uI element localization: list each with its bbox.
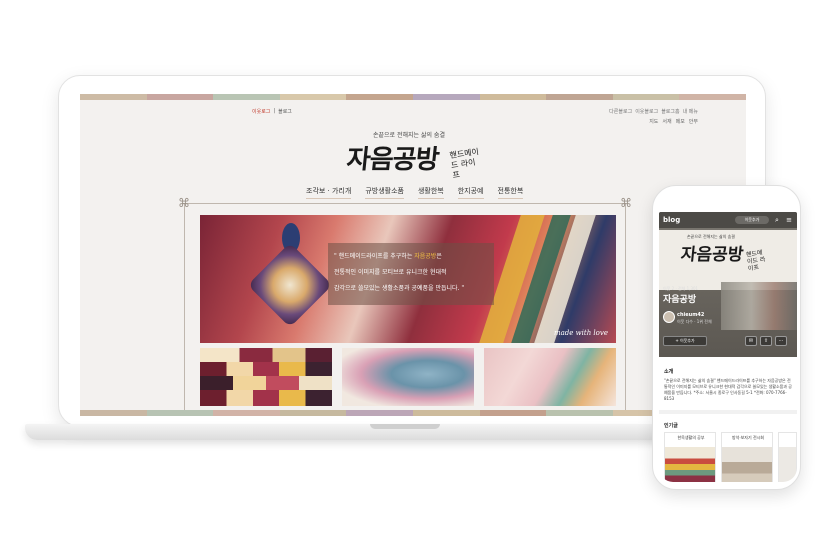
hero-caption-line-1: " 핸드메이드라이프를 추구하는 자음공방은: [334, 251, 442, 260]
intro-section-title: 소개: [664, 369, 674, 375]
hero-caption-line-3: 감각으로 쓸모있는 생활소품과 공예품을 만듭니다. ": [334, 285, 465, 292]
share-icon[interactable]: ⇪: [760, 336, 772, 346]
blog-home-link[interactable]: 블로그홈: [661, 108, 679, 115]
avatar[interactable]: [663, 311, 675, 323]
memo-link[interactable]: 메모: [676, 118, 685, 125]
laptop-notch: [370, 424, 440, 429]
mobile-blog-title: 자음공방: [663, 295, 697, 305]
knot-ornament-icon: ⌘: [178, 196, 190, 210]
mobile-blog-screen: blog 이웃추가 ⌕ ≡ 손끝으로 전해지는 삶의 숨결 자음공방 핸드메이드…: [659, 212, 797, 482]
neighbor-blog-link[interactable]: 이웃블로그: [635, 108, 658, 115]
thumb-pattern: [200, 348, 332, 362]
hero-text: 은: [436, 253, 442, 260]
popular-post-image: [722, 447, 772, 482]
menu-icon[interactable]: ≡: [785, 216, 793, 224]
paper-border-bottom: [80, 410, 746, 416]
hero-banner[interactable]: " 핸드메이드라이프를 추구하는 자음공방은 전통적인 이미지를 모티브로 유니…: [200, 215, 616, 343]
map-link[interactable]: 지도: [649, 118, 658, 125]
nav-item-hanbok-traditional[interactable]: 전통한복: [497, 186, 524, 199]
mobile-cover-photo: [721, 282, 797, 330]
frame-line: [625, 203, 626, 415]
popular-section-title: 인기글: [664, 423, 678, 429]
mobile-username[interactable]: chieum42: [677, 312, 704, 318]
mockup-stage: 이웃로그 | 블로그 다른블로그 이웃블로그 블로그홈 내 메뉴 지도 서재 메…: [0, 0, 829, 557]
nav-item-jogakbo[interactable]: 조각보 · 가리개: [306, 186, 352, 199]
hero-text: " 핸드메이드라이프를 추구하는: [334, 253, 415, 260]
popular-post-card[interactable]: 방석·보자기 전시회: [721, 432, 773, 482]
popular-post-card[interactable]: [778, 432, 797, 482]
popular-post-image: [665, 447, 715, 482]
norigae-image: [247, 242, 333, 328]
hero-highlight: 자음공방: [414, 253, 437, 260]
category-nav: 조각보 · 가리개 규방생활소품 생활한복 한지공예 전통한복: [306, 186, 524, 199]
blog-util-menu: 지도 서재 메모 안부: [649, 118, 698, 125]
blog-slogan: 손끝으로 전해지는 삶의 숨결: [373, 132, 445, 139]
desktop-blog-screen: 이웃로그 | 블로그 다른블로그 이웃블로그 블로그홈 내 메뉴 지도 서재 메…: [80, 94, 746, 416]
intro-text: "손끝으로 전해지는 삶의 숨결" 핸드메이드라이프를 추구하는 자음공방은 전…: [664, 378, 792, 401]
mobile-blog-logo[interactable]: blog: [663, 216, 680, 224]
blog-util-left: 이웃로그 | 블로그: [252, 108, 292, 115]
nav-item-gyubang[interactable]: 규방생활소품: [365, 186, 404, 199]
mobile-header: blog 이웃추가 ⌕ ≡ 손끝으로 전해지는 삶의 숨결 자음공방 핸드메이드…: [659, 212, 797, 357]
made-with-love-text: made with love: [554, 329, 608, 337]
popular-post-title: 한옥생활의 공부: [677, 435, 705, 440]
nav-item-hanbok-daily[interactable]: 생활한복: [417, 186, 444, 199]
chat-icon[interactable]: ✉: [745, 336, 757, 346]
popular-post-title: 방석·보자기 전시회: [732, 435, 764, 440]
mobile-user-meta: 이웃 다수 · 1위 전체: [677, 319, 712, 324]
thumb-pattern: [200, 376, 332, 390]
blog-logo[interactable]: 자음공방: [345, 139, 441, 176]
mobile-follow-button[interactable]: + 이웃추가: [663, 336, 707, 346]
blog-logo-sub: 핸드메이드 라이프: [449, 147, 480, 180]
nav-item-hanji[interactable]: 한지공예: [457, 186, 484, 199]
more-icon[interactable]: ⋯: [775, 336, 787, 346]
thumbnail-jogakbo[interactable]: [200, 348, 332, 406]
other-blog-link[interactable]: 다른블로그: [609, 108, 632, 115]
popular-post-card[interactable]: 한옥생활의 공부: [664, 432, 716, 482]
mobile-logo: 자음공방: [679, 245, 745, 265]
knot-ornament-icon: ⌘: [620, 196, 632, 210]
thumbnail-bojagi[interactable]: [342, 348, 474, 406]
popular-post-image: [779, 447, 796, 482]
guestbook-link[interactable]: 안부: [689, 118, 698, 125]
hero-caption-line-2: 전통적인 이미지를 모티브로 유니크한 현대적: [334, 269, 447, 276]
thumbnail-norigae[interactable]: [484, 348, 616, 406]
library-link[interactable]: 서재: [662, 118, 671, 125]
my-menu-link[interactable]: 내 메뉴: [683, 108, 698, 115]
neighbor-log-link[interactable]: 이웃로그: [252, 108, 270, 115]
frame-line: [184, 203, 185, 415]
frame-line: [182, 203, 626, 204]
mobile-logo-sub: 핸드메이드 라이프: [745, 249, 766, 273]
search-icon[interactable]: ⌕: [773, 216, 781, 224]
paper-border-top: [80, 94, 746, 100]
mobile-add-neighbor-pill[interactable]: 이웃추가: [735, 216, 769, 224]
blog-link[interactable]: 블로그: [278, 108, 292, 115]
separator: |: [273, 108, 276, 114]
blog-util-right: 다른블로그 이웃블로그 블로그홈 내 메뉴: [609, 108, 698, 115]
section-divider: [659, 410, 797, 414]
